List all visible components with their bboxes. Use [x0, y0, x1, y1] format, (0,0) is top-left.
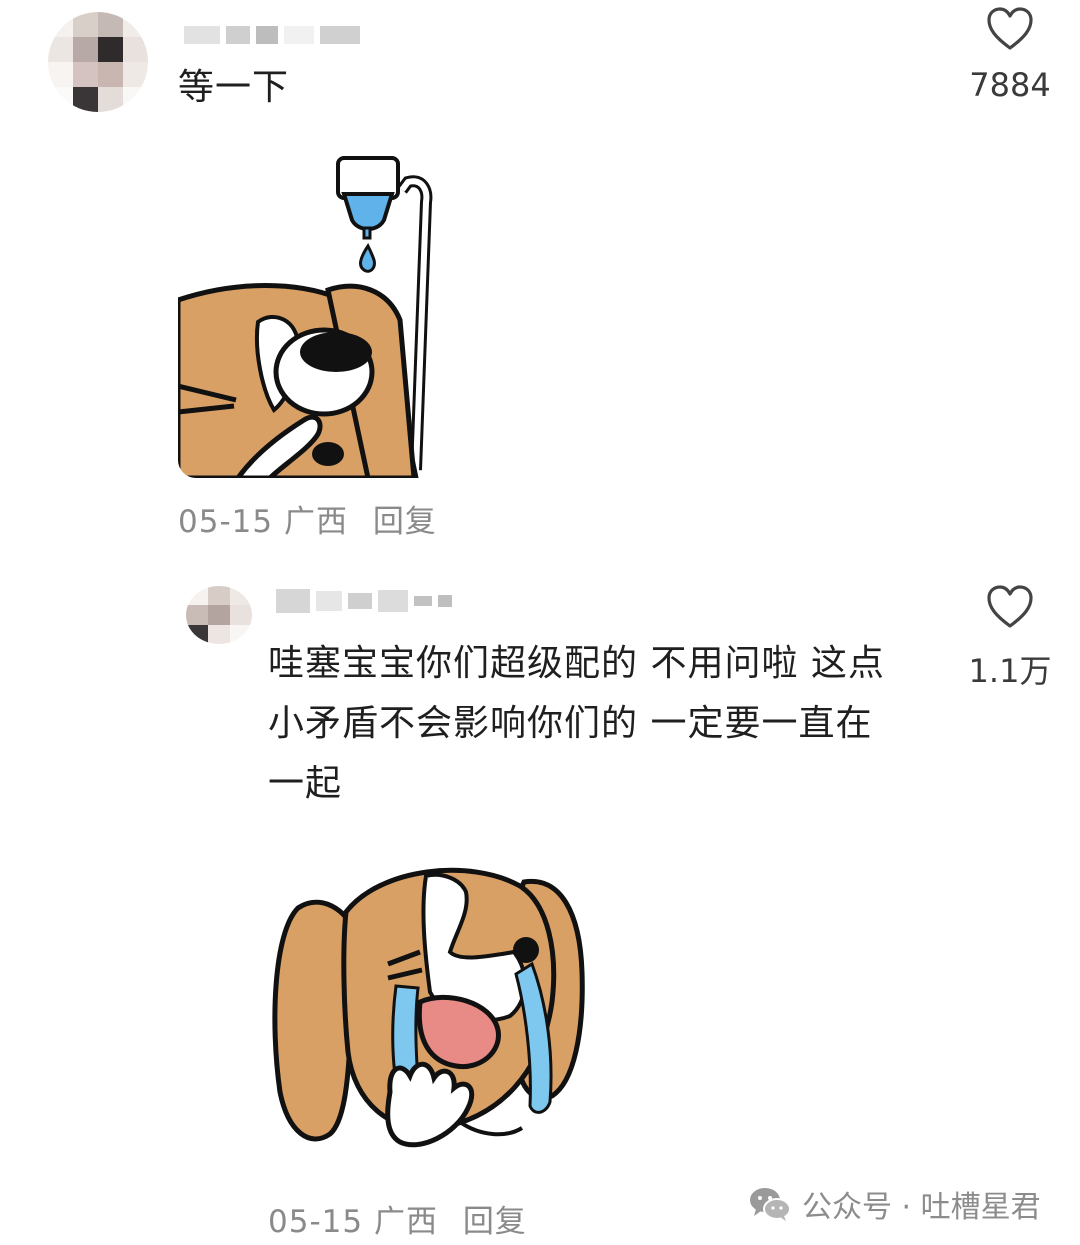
watermark: 公众号 · 吐槽星君 [748, 1182, 1041, 1226]
avatar[interactable] [186, 586, 252, 644]
heart-icon[interactable] [985, 584, 1035, 630]
comment-location: 广西 [283, 504, 348, 540]
comment-text: 等一下 [178, 67, 290, 108]
heart-icon[interactable] [985, 6, 1035, 52]
comment-line: 一起 [268, 763, 343, 804]
dog-crying-illustration [272, 867, 585, 1148]
comment-date: 05-15 [268, 1204, 364, 1240]
reply-button[interactable]: 回复 [463, 1204, 527, 1240]
comment-line: 哇塞宝宝你们超级配的 不用问啦 这点 [268, 643, 885, 684]
dog-eye-drops-illustration [178, 156, 433, 478]
dog-crying-sticker[interactable] [270, 852, 586, 1162]
reply-button[interactable]: 回复 [373, 504, 437, 540]
comment-meta: 05-15 广西 回复 [178, 496, 437, 541]
username[interactable] [184, 22, 360, 48]
watermark-text: 公众号 · 吐槽星君 [802, 1190, 1041, 1225]
dog-eye-drops-sticker[interactable] [178, 150, 474, 478]
avatar[interactable] [48, 12, 148, 112]
username[interactable] [276, 588, 452, 614]
comment-text: 哇塞宝宝你们超级配的 不用问啦 这点 小矛盾不会影响你们的 一定要一直在 一起 [268, 634, 948, 814]
like-count: 1.1万 [968, 652, 1052, 690]
like-count: 7884 [969, 66, 1051, 104]
wechat-icon [750, 1188, 791, 1221]
comment-location: 广西 [373, 1204, 438, 1240]
comment-line: 小矛盾不会影响你们的 一定要一直在 [268, 703, 873, 744]
comment-date: 05-15 [178, 504, 274, 540]
comment-meta: 05-15 广西 回复 [268, 1196, 527, 1241]
